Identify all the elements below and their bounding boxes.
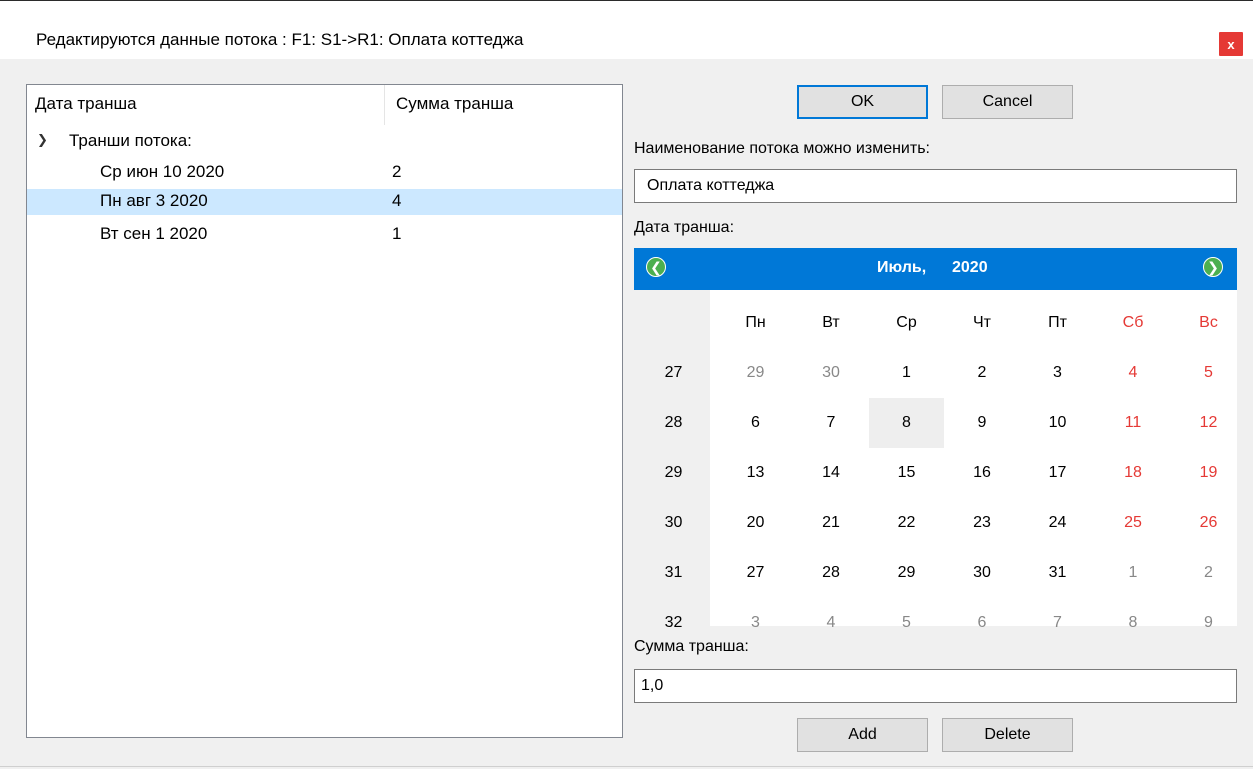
calendar-day[interactable]: 10 <box>1020 398 1095 448</box>
calendar-day[interactable]: 24 <box>1020 498 1095 548</box>
close-button[interactable]: x <box>1219 32 1243 56</box>
tree-item[interactable]: Ср июн 10 2020 2 <box>27 160 622 186</box>
calendar-day[interactable]: 2 <box>945 348 1020 398</box>
calendar-day[interactable]: 28 <box>794 548 869 598</box>
calendar-day[interactable]: 5 <box>1171 348 1246 398</box>
calendar-day[interactable]: 9 <box>1171 598 1246 648</box>
tree-item-selected[interactable]: Пн авг 3 2020 4 <box>27 189 622 215</box>
tree-item-amount: 1 <box>392 224 402 243</box>
right-arrow-icon[interactable]: ❯ <box>1203 257 1223 277</box>
calendar-day[interactable]: 11 <box>1096 398 1171 448</box>
flow-name-input[interactable]: Оплата коттеджа <box>634 169 1237 203</box>
calendar-day[interactable]: 4 <box>1096 348 1171 398</box>
day-name-header: Пн <box>745 314 766 331</box>
chevron-down-icon[interactable]: ❯ <box>37 132 48 148</box>
left-arrow-icon[interactable]: ❮ <box>646 257 666 277</box>
date-label: Дата транша: <box>634 219 735 236</box>
column-separator[interactable] <box>384 85 385 125</box>
calendar-day[interactable]: 30 <box>945 548 1020 598</box>
title-bar: Редактируются данные потока : F1: S1->R1… <box>0 1 1253 59</box>
calendar-day[interactable]: 1 <box>869 348 944 398</box>
calendar-day[interactable]: 18 <box>1096 448 1171 498</box>
ok-button[interactable]: OK <box>797 85 928 119</box>
week-number: 29 <box>664 464 683 481</box>
calendar-day[interactable]: 29 <box>718 348 793 398</box>
calendar-day[interactable]: 16 <box>945 448 1020 498</box>
calendar-day[interactable]: 2 <box>1171 548 1246 598</box>
name-label: Наименование потока можно изменить: <box>634 140 930 157</box>
calendar-day[interactable]: 27 <box>718 548 793 598</box>
calendar-day[interactable]: 26 <box>1171 498 1246 548</box>
calendar-day[interactable]: 1 <box>1096 548 1171 598</box>
calendar-day[interactable]: 14 <box>794 448 869 498</box>
tree-item-amount: 4 <box>392 191 402 210</box>
close-icon: x <box>1227 36 1235 52</box>
tree-header: Дата транша Сумма транша <box>27 85 622 125</box>
day-name-header: Вт <box>822 314 840 331</box>
calendar-day[interactable]: 7 <box>1020 598 1095 648</box>
calendar-day[interactable]: 25 <box>1096 498 1171 548</box>
calendar-day[interactable]: 13 <box>718 448 793 498</box>
calendar-day[interactable]: 8 <box>1096 598 1171 648</box>
calendar-day[interactable]: 4 <box>794 598 869 648</box>
tree-item-date: Вт сен 1 2020 <box>100 224 208 243</box>
tree-root-item[interactable]: ❯ Транши потока: <box>27 129 622 155</box>
column-header-amount[interactable]: Сумма транша <box>396 94 513 114</box>
tranche-tree[interactable]: Дата транша Сумма транша ❯ Транши потока… <box>26 84 623 738</box>
bottom-border <box>0 766 1253 767</box>
day-name-header: Пт <box>1048 314 1067 331</box>
tree-item-date: Ср июн 10 2020 <box>100 162 225 181</box>
amount-label: Сумма транша: <box>634 638 749 655</box>
calendar-day[interactable]: 6 <box>945 598 1020 648</box>
amount-input[interactable]: 1,0 <box>634 669 1237 703</box>
calendar-month[interactable]: Июль, <box>877 259 926 277</box>
week-number: 30 <box>664 514 683 531</box>
calendar-day[interactable]: 3 <box>1020 348 1095 398</box>
tree-item-amount: 2 <box>392 162 402 181</box>
calendar-day[interactable]: 5 <box>869 598 944 648</box>
cancel-button[interactable]: Cancel <box>942 85 1073 119</box>
day-name-header: Вс <box>1199 314 1218 331</box>
calendar-day[interactable]: 30 <box>794 348 869 398</box>
calendar-day[interactable]: 9 <box>945 398 1020 448</box>
week-number: 28 <box>664 414 683 431</box>
calendar-day[interactable]: 29 <box>869 548 944 598</box>
tree-root-label: Транши потока: <box>69 131 192 150</box>
week-number: 27 <box>664 364 683 381</box>
delete-button[interactable]: Delete <box>942 718 1073 752</box>
calendar-header: ❮ Июль, 2020 ❯ <box>634 248 1237 290</box>
date-calendar[interactable]: ❮ Июль, 2020 ❯ Пн Вт Ср Чт Пт Сб Вс 27 29 30 1 2 3 4 5… <box>634 248 1237 631</box>
calendar-day[interactable]: 6 <box>718 398 793 448</box>
column-header-date[interactable]: Дата транша <box>35 94 137 114</box>
calendar-day[interactable]: 21 <box>794 498 869 548</box>
calendar-year[interactable]: 2020 <box>952 259 988 277</box>
day-name-header: Сб <box>1122 314 1144 331</box>
calendar-day[interactable]: 23 <box>945 498 1020 548</box>
window-title: Редактируются данные потока : F1: S1->R1… <box>36 30 524 49</box>
add-button[interactable]: Add <box>797 718 928 752</box>
calendar-day[interactable]: 15 <box>869 448 944 498</box>
day-name-header: Чт <box>973 314 991 331</box>
calendar-day[interactable]: 8 <box>869 398 944 448</box>
tree-item-date: Пн авг 3 2020 <box>100 191 208 210</box>
calendar-day[interactable]: 22 <box>869 498 944 548</box>
calendar-day[interactable]: 19 <box>1171 448 1246 498</box>
calendar-day[interactable]: 17 <box>1020 448 1095 498</box>
week-number: 31 <box>664 564 683 581</box>
calendar-day[interactable]: 12 <box>1171 398 1246 448</box>
calendar-day[interactable]: 31 <box>1020 548 1095 598</box>
day-name-header: Ср <box>896 314 917 331</box>
calendar-day[interactable]: 20 <box>718 498 793 548</box>
calendar-day[interactable]: 7 <box>794 398 869 448</box>
tree-item[interactable]: Вт сен 1 2020 1 <box>27 222 622 248</box>
